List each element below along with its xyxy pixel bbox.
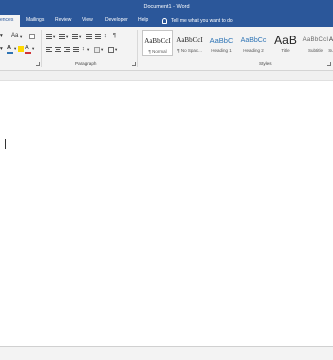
text-effects-swatch	[7, 52, 13, 54]
group-divider	[137, 30, 138, 67]
chevron-down-icon[interactable]: ▾	[14, 45, 16, 52]
increase-indent-icon[interactable]	[95, 34, 101, 39]
style-name: Subtitle	[307, 48, 323, 53]
style-name: Heading 1	[211, 48, 232, 53]
style-heading-2[interactable]: AaBbCc Heading 2	[238, 30, 269, 56]
font-color-swatch	[25, 52, 31, 54]
highlight-icon[interactable]	[18, 46, 24, 52]
style-sample: AaBbCc	[240, 37, 267, 44]
group-divider	[41, 30, 42, 67]
style-name: Title	[281, 48, 290, 53]
text-effects-icon[interactable]: A	[7, 45, 11, 52]
tab-mailings[interactable]: Mailings	[23, 15, 47, 27]
chevron-down-icon[interactable]: ▾	[66, 33, 68, 40]
style-subtle-emphasis[interactable]: A Su	[328, 30, 333, 56]
document-canvas[interactable]	[0, 82, 333, 347]
ribbon: ▾ Aa ▾ ▾ A ▾ A ▾ ▾ ▾ ▾ ↕ ¶ ↕ ▾ ▾ ▾ Parag…	[0, 27, 333, 71]
style-sample: AaBbC	[209, 36, 234, 45]
align-center-icon[interactable]	[55, 47, 61, 52]
tab-developer[interactable]: Developer	[102, 15, 131, 27]
style-sample: AaB	[274, 36, 297, 45]
style-name: Heading 2	[243, 48, 264, 53]
horizontal-ruler	[0, 71, 333, 81]
font-dialog-launcher-icon[interactable]	[36, 62, 40, 66]
style-sample: A	[328, 37, 333, 43]
grow-font-button[interactable]: Aa	[11, 33, 18, 40]
align-right-icon[interactable]	[64, 47, 70, 52]
title-bar: Document1 - Word	[0, 0, 333, 13]
style-sample: AaBbCcI	[144, 37, 171, 45]
paragraph-dialog-launcher-icon[interactable]	[132, 62, 136, 66]
clear-formatting-icon[interactable]	[29, 34, 35, 39]
tab-references[interactable]: ences	[0, 15, 20, 27]
style-title[interactable]: AaB Title	[270, 30, 301, 56]
chevron-down-icon[interactable]: ▾	[87, 46, 89, 53]
style-sample: AaBbCcI	[302, 37, 329, 43]
style-no-spacing[interactable]: AaBbCcI ¶ No Spac...	[174, 30, 205, 56]
justify-icon[interactable]	[73, 47, 79, 52]
window-title: Document1 - Word	[143, 3, 190, 10]
sort-icon[interactable]: ↕	[104, 33, 107, 40]
styles-gallery: AaBbCcI ¶ Normal AaBbCcI ¶ No Spac... Aa…	[142, 30, 333, 58]
tell-me-text: Tell me what you want to do	[171, 17, 233, 24]
borders-icon[interactable]	[108, 47, 114, 53]
show-formatting-icon[interactable]: ¶	[113, 33, 116, 40]
tab-help[interactable]: Help	[135, 15, 151, 27]
chevron-down-icon[interactable]: ▾	[101, 46, 103, 53]
numbering-icon[interactable]	[59, 34, 65, 39]
multilevel-list-icon[interactable]	[72, 34, 78, 39]
align-left-icon[interactable]	[46, 47, 52, 52]
decrease-indent-icon[interactable]	[86, 34, 92, 39]
style-subtitle[interactable]: AaBbCcI Subtitle	[300, 30, 331, 56]
paragraph-group-label: Paragraph	[75, 61, 97, 66]
styles-group-label: Styles	[259, 61, 272, 66]
tab-review[interactable]: Review	[52, 15, 74, 27]
style-heading-1[interactable]: AaBbC Heading 1	[206, 30, 237, 56]
style-normal[interactable]: AaBbCcI ¶ Normal	[142, 30, 173, 56]
text-cursor	[5, 139, 6, 149]
style-name: ¶ No Spac...	[177, 48, 202, 53]
line-spacing-icon[interactable]: ↕	[82, 46, 85, 53]
chevron-down-icon[interactable]: ▾	[79, 33, 81, 40]
lightbulb-icon	[162, 18, 167, 24]
chevron-down-icon[interactable]: ▾	[20, 33, 22, 40]
status-bar	[0, 347, 333, 360]
font-color-icon[interactable]: A	[25, 45, 29, 52]
chevron-down-icon[interactable]: ▾	[0, 46, 3, 53]
chevron-down-icon[interactable]: ▾	[32, 45, 34, 52]
tab-view[interactable]: View	[79, 15, 96, 27]
style-sample: AaBbCcI	[176, 36, 203, 44]
styles-dialog-launcher-icon[interactable]	[327, 62, 331, 66]
bullets-icon[interactable]	[46, 34, 52, 39]
style-name: ¶ Normal	[148, 49, 167, 54]
style-name: Su	[328, 48, 333, 53]
shading-icon[interactable]	[94, 47, 100, 53]
font-size-arrow-icon[interactable]: ▾	[0, 33, 3, 40]
chevron-down-icon[interactable]: ▾	[115, 46, 117, 53]
chevron-down-icon[interactable]: ▾	[53, 33, 55, 40]
ribbon-tab-bar: ences Mailings Review View Developer Hel…	[0, 13, 333, 27]
tell-me-search[interactable]: Tell me what you want to do	[162, 15, 233, 27]
